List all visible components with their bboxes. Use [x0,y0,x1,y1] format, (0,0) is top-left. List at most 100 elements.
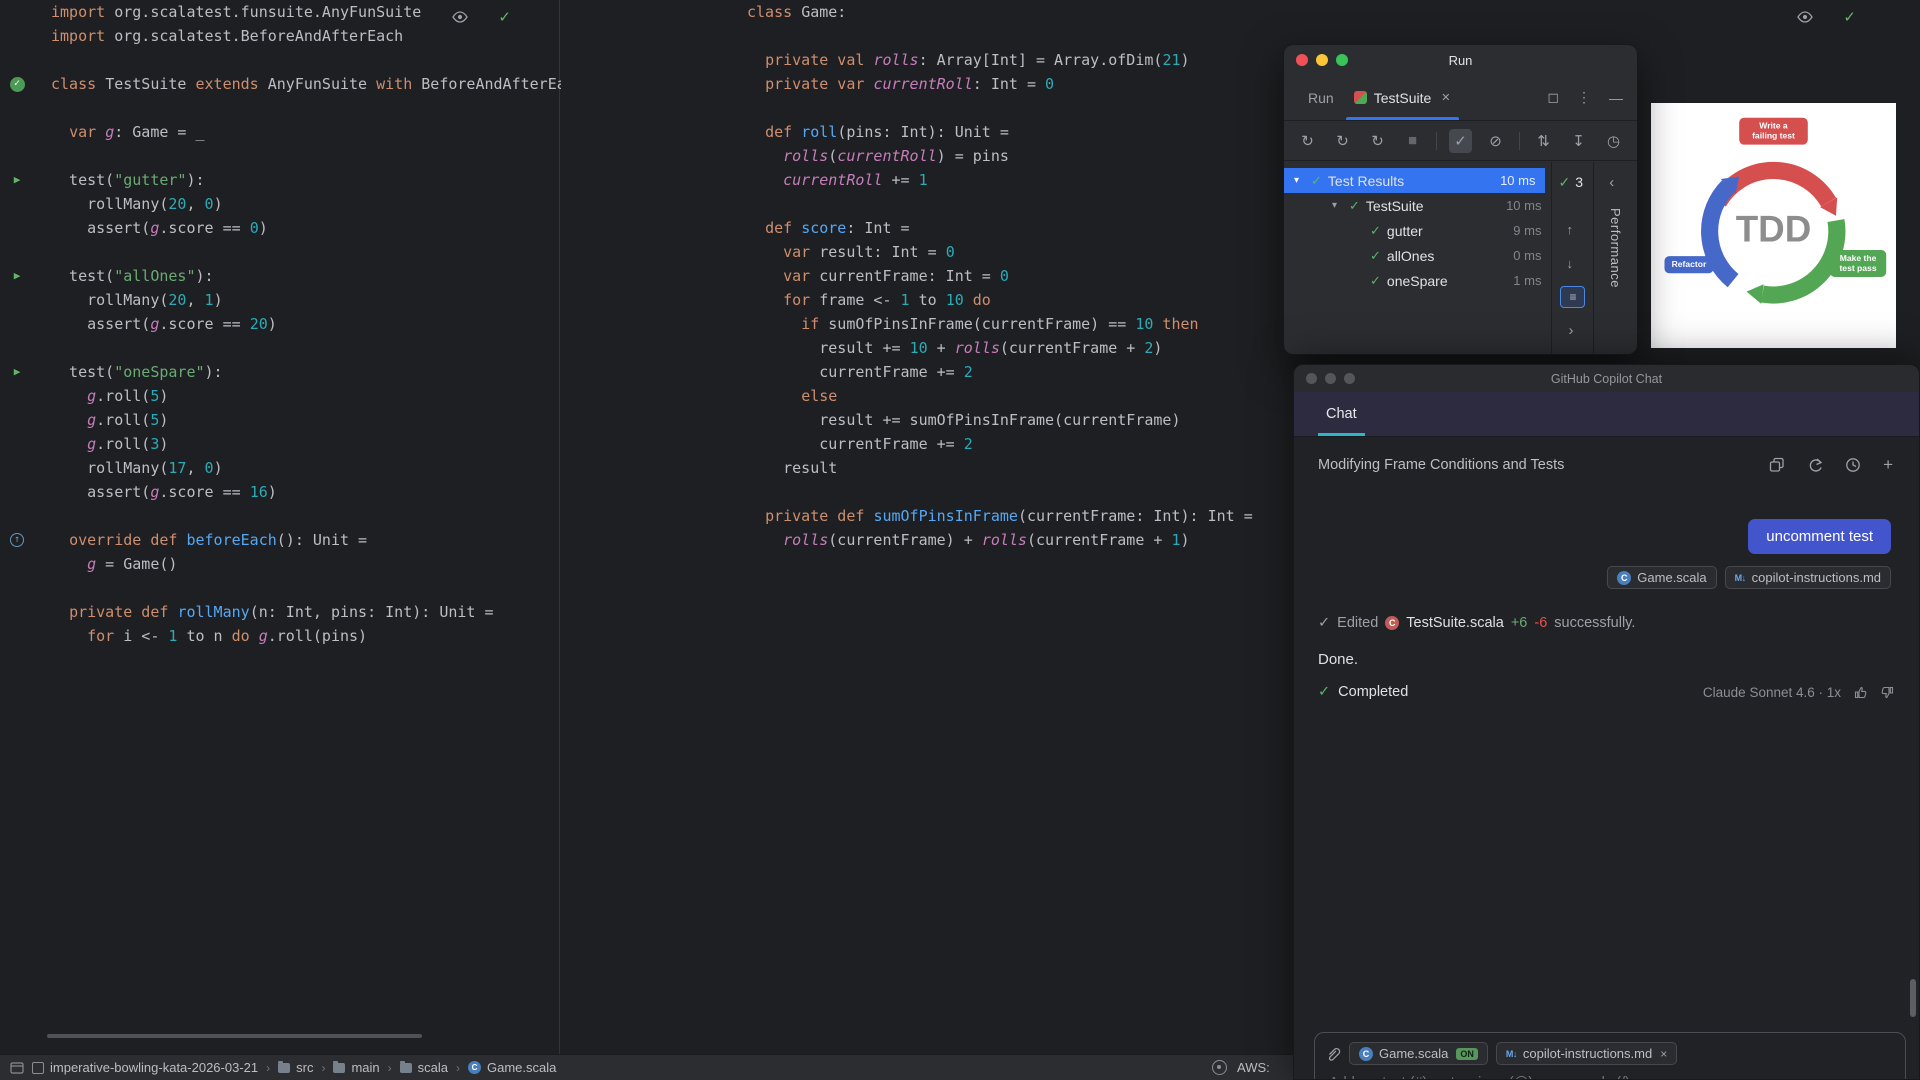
dock-icon[interactable]: ◻ [1547,89,1559,106]
show-ignored-icon[interactable]: ⊘ [1484,129,1507,153]
horizontal-scrollbar[interactable] [47,1034,422,1038]
close-icon[interactable]: × [1660,1047,1667,1061]
window-titlebar[interactable]: GitHub Copilot Chat [1294,365,1919,392]
show-inline-stats-toggle[interactable]: ≡ [1560,286,1586,308]
rerun-failed-icon[interactable]: ↻ [1331,129,1354,153]
breadcrumb-item[interactable]: scala [399,1060,448,1075]
run-toolbar: ↻ ↻ ↻ ■ ✓ ⊘ ⇅ ↧ ◷ [1284,121,1637,161]
breadcrumb-item[interactable]: C Game.scala [468,1060,556,1075]
tests-passed-gutter-icon[interactable]: ✓ [9,76,25,92]
status-right-icon[interactable] [1212,1060,1227,1075]
test-tree-row[interactable]: ✓ oneSpare 1 ms [1284,268,1551,293]
thumbs-down-icon[interactable] [1880,685,1895,700]
close-tab-icon[interactable]: ✕ [1441,91,1450,104]
tab-performance[interactable]: Performance [1608,208,1623,288]
run-test-icon[interactable]: ▶ [14,168,21,192]
breadcrumb: imperative-bowling-kata-2026-03-21 › src › m… [32,1060,556,1075]
code-line: ▶ test("allOnes"): [0,264,559,288]
run-test-icon[interactable]: ▶ [14,264,21,288]
test-tree-row[interactable]: ✓ allOnes 0 ms [1284,243,1551,268]
tab-testsuite[interactable]: TestSuite ✕ [1344,75,1461,120]
new-chat-icon[interactable]: + [1883,456,1893,473]
test-results-tree[interactable]: ▾ ✓ Test Results 10 ms ▾ ✓ TestSuite 10 ms ✓ gutt… [1284,162,1551,354]
chat-content: Modifying Frame Conditions and Tests + u… [1294,437,1919,1079]
test-tree-row[interactable]: ✓ gutter 9 ms [1284,218,1551,243]
edit-result-row: ✓ Edited C TestSuite.scala +6 -6 success… [1318,615,1636,631]
aws-status-label[interactable]: AWS: [1237,1060,1270,1075]
chat-input-box[interactable]: C Game.scala ON M↓ copilot-instructions.md × … [1314,1032,1906,1079]
inspection-eye-icon[interactable] [1797,9,1814,25]
breadcrumb-label: imperative-bowling-kata-2026-03-21 [50,1060,259,1075]
code-area-testsuite[interactable]: import org.scalatest.funsuite.AnyFunSuit… [0,0,593,648]
zoom-window-button[interactable] [1336,54,1348,66]
copy-thread-icon[interactable] [1769,457,1785,473]
chevron-down-icon[interactable]: ▾ [1294,175,1305,186]
sort-by-duration-icon[interactable]: ⇅ [1532,129,1555,153]
minimize-window-button[interactable] [1316,54,1328,66]
tab-run[interactable]: Run [1298,75,1344,120]
import-results-icon[interactable]: ↧ [1567,129,1590,153]
tab-chat[interactable]: Chat [1318,392,1365,436]
minimize-window-button[interactable] [1325,373,1336,384]
more-options-icon[interactable]: ⋮ [1577,89,1591,106]
override-icon[interactable]: ↑ [10,533,24,547]
breadcrumb-item[interactable]: imperative-bowling-kata-2026-03-21 [32,1060,258,1075]
lines-removed: -6 [1534,615,1548,631]
redo-icon[interactable] [1807,457,1823,473]
next-test-icon[interactable]: ↓ [1566,256,1573,271]
show-passed-icon[interactable]: ✓ [1449,128,1473,153]
stop-icon[interactable]: ■ [1401,129,1424,153]
test-tree-row[interactable]: ▾ ✓ TestSuite 10 ms [1284,193,1551,218]
code-line: g.roll(3) [87,435,169,453]
previous-test-icon[interactable]: ↑ [1566,222,1573,237]
inspections-ok-icon[interactable]: ✓ [498,8,511,26]
context-chip[interactable]: M↓ copilot-instructions.md [1724,566,1891,589]
breadcrumb-label: main [351,1060,380,1075]
run-test-icon[interactable]: ▶ [14,360,21,384]
test-passed-icon: ✓ [1311,172,1322,188]
zoom-window-button[interactable] [1344,373,1355,384]
history-icon[interactable]: ◷ [1602,129,1625,153]
code-line: rollMany(20, 0) [51,195,223,213]
code-line: g.roll(5) [87,411,169,429]
context-chip[interactable]: C Game.scala [1607,566,1717,589]
close-window-button[interactable] [1296,54,1308,66]
editor-pane-testsuite[interactable]: ✓ import org.scalatest.funsuite.AnyFunSu… [0,0,593,1054]
code-line: private var currentRoll: Int = 0 [765,75,1055,93]
breadcrumb-item[interactable]: main [333,1060,380,1075]
window-titlebar[interactable]: Run [1284,45,1637,75]
inspection-eye-icon[interactable] [452,9,469,25]
test-name: allOnes [1386,247,1435,264]
edited-file-link[interactable]: TestSuite.scala [1406,615,1504,631]
chevron-down-icon[interactable]: ▾ [1332,200,1343,211]
hide-window-icon[interactable]: — [1609,90,1623,106]
breadcrumb-item[interactable]: src [278,1060,313,1075]
coverage-rerun-icon[interactable]: ↻ [1366,129,1389,153]
code-line: assert(g.score == 20) [51,315,277,333]
inspections-ok-icon[interactable]: ✓ [1843,8,1856,26]
context-chip[interactable]: C Game.scala ON [1349,1042,1488,1065]
run-tab-bar: Run TestSuite ✕ ◻ ⋮ — [1284,75,1637,121]
rerun-icon[interactable]: ↻ [1296,129,1319,153]
expand-icon[interactable]: › [1568,322,1573,339]
context-chip[interactable]: M↓ copilot-instructions.md × [1495,1042,1678,1065]
test-duration: 9 ms [1513,223,1542,238]
attach-context-icon[interactable] [1325,1046,1341,1062]
history-icon[interactable] [1845,457,1861,473]
code-line: rollMany(20, 1) [51,291,223,309]
collapse-icon[interactable]: ‹ [1609,174,1614,191]
completed-check-icon: ✓ [1318,684,1331,700]
test-tree-row[interactable]: ▾ ✓ Test Results 10 ms [1284,168,1546,193]
chat-scrollbar[interactable] [1910,979,1916,1017]
thumbs-up-icon[interactable] [1853,685,1868,700]
on-badge: ON [1456,1047,1478,1060]
chat-input[interactable]: Add context (#), extensions (@), command… [1315,1065,1905,1079]
test-duration: 10 ms [1500,173,1536,188]
code-line: assert(g.score == 16) [51,483,277,501]
breadcrumb-label: Game.scala [487,1060,557,1075]
close-window-button[interactable] [1306,373,1317,384]
scala-class-icon: C [1359,1046,1373,1061]
test-duration: 10 ms [1506,198,1542,213]
chip-label: copilot-instructions.md [1522,1046,1653,1061]
